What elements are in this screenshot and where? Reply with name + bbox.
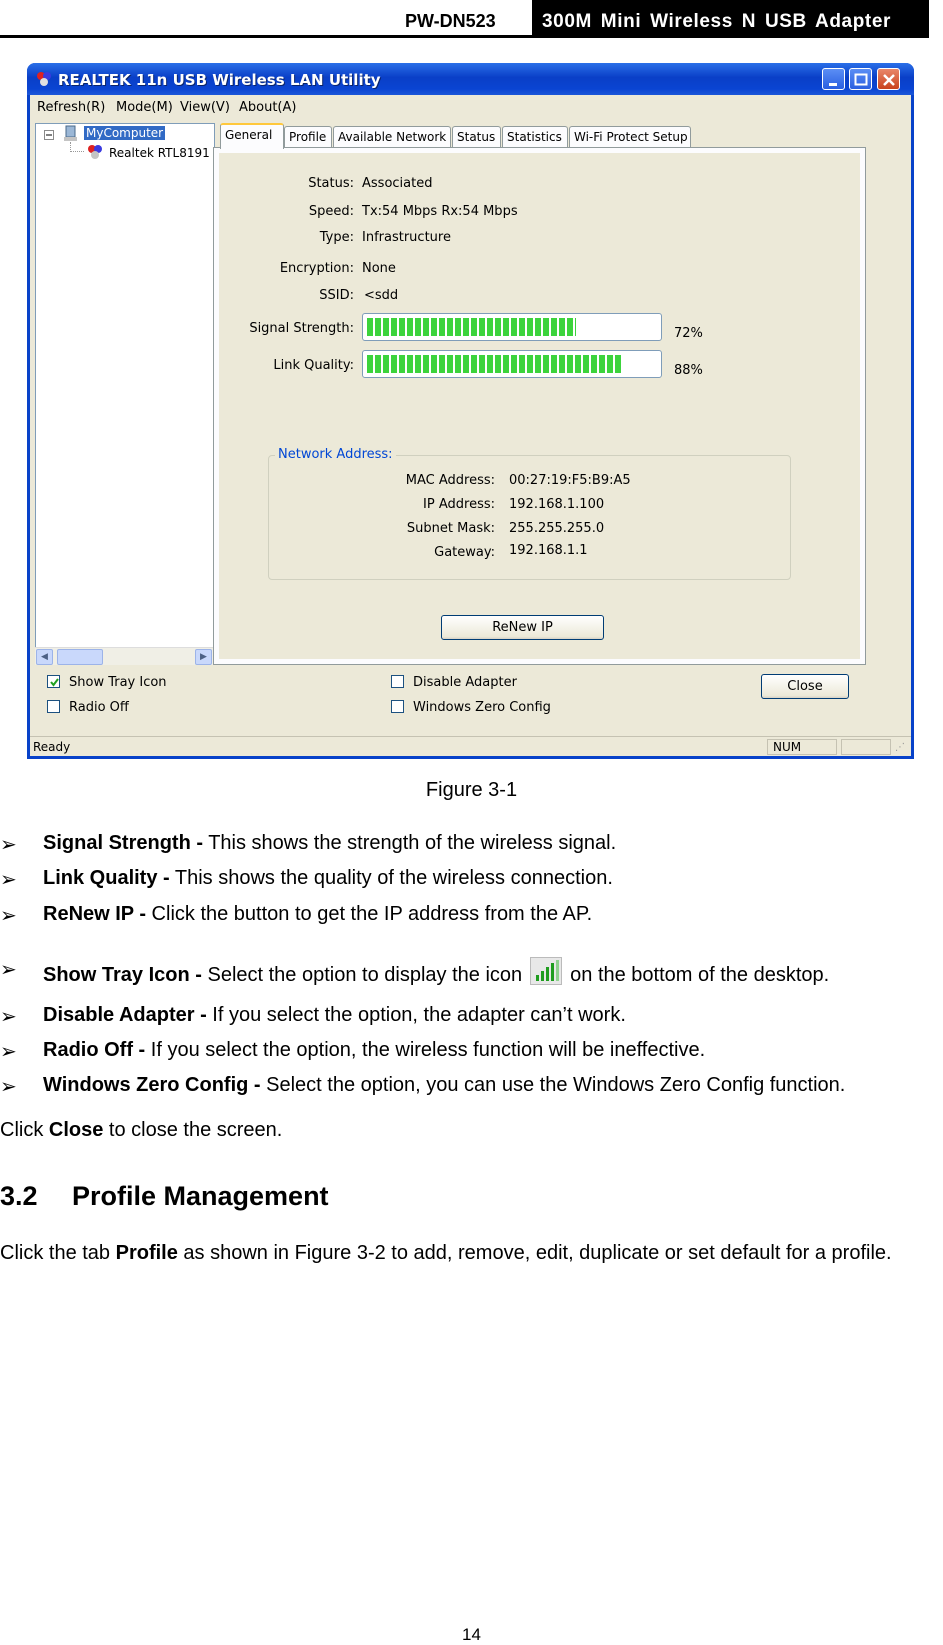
network-address-group: Network Address: MAC Address: 00:27:19:F…: [268, 447, 791, 580]
signal-strength-label: Signal Strength:: [249, 321, 354, 336]
header-model: PW-DN523: [405, 11, 496, 31]
maximize-button[interactable]: [849, 68, 872, 90]
resize-grip-icon[interactable]: ⋰: [895, 742, 905, 753]
signal-strength-percent: 72%: [674, 326, 703, 341]
mac-label: MAC Address:: [405, 473, 495, 488]
window-title: REALTEK 11n USB Wireless LAN Utility: [58, 71, 381, 89]
status-ready: Ready: [33, 740, 71, 754]
scroll-left-icon[interactable]: ◀: [36, 649, 53, 665]
scroll-right-icon[interactable]: ▶: [195, 649, 212, 665]
link-quality-label: Link Quality:: [273, 358, 354, 373]
ip-value: 192.168.1.100: [509, 497, 605, 512]
utility-window: REALTEK 11n USB Wireless LAN Utility Ref…: [27, 63, 914, 759]
subnet-value: 255.255.255.0: [509, 521, 605, 536]
mac-value: 00:27:19:F5:B9:A5: [509, 473, 631, 488]
type-value: Infrastructure: [362, 230, 451, 245]
menu-about[interactable]: About(A): [239, 100, 296, 115]
status-num: NUM: [767, 739, 837, 755]
network-address-title: Network Address:: [275, 447, 396, 462]
gateway-value: 192.168.1.1: [509, 543, 588, 558]
status-label: Status:: [308, 176, 354, 191]
signal-strength-bar: [362, 313, 662, 341]
tree-connector: [70, 142, 84, 152]
tree-item-adapter[interactable]: Realtek RTL8191: [109, 146, 210, 160]
bullet-arrow-icon: ➢: [0, 1006, 17, 1028]
subnet-label: Subnet Mask:: [406, 521, 495, 536]
bullet-arrow-icon: ➢: [0, 869, 17, 891]
ssid-label: SSID:: [319, 288, 354, 303]
section-number: 3.2: [0, 1181, 38, 1211]
bullet-arrow-icon: ➢: [0, 1076, 17, 1098]
status-empty-pane: [841, 739, 891, 755]
header-product: 300M Mini Wireless N USB Adapter: [532, 0, 929, 38]
section-intro: Click the tab Profile as shown in Figure…: [0, 1242, 892, 1264]
tab-general[interactable]: General: [220, 123, 284, 149]
menu-refresh[interactable]: Refresh(R): [37, 100, 105, 115]
speed-value: Tx:54 Mbps Rx:54 Mbps: [362, 204, 518, 219]
scroll-thumb[interactable]: [57, 649, 103, 665]
ip-label: IP Address:: [423, 497, 495, 512]
speed-label: Speed:: [308, 204, 354, 219]
show-tray-icon-checkbox[interactable]: Show Tray Icon: [47, 675, 167, 690]
encryption-label: Encryption:: [279, 261, 354, 276]
general-panel: Status: Associated Speed: Tx:54 Mbps Rx:…: [213, 147, 866, 665]
close-note: Click Close to close the screen.: [0, 1119, 283, 1141]
gateway-label: Gateway:: [434, 545, 495, 560]
renew-ip-button[interactable]: ReNew IP: [441, 615, 604, 640]
device-tree[interactable]: MyComputer Realtek RTL8191: [35, 123, 215, 663]
minimize-button[interactable]: [822, 68, 845, 90]
signal-strength-fill: [367, 318, 576, 336]
link-quality-bar: [362, 350, 662, 378]
signal-tray-icon: [530, 957, 563, 985]
realtek-app-icon: [37, 72, 51, 86]
bullet-arrow-icon: ➢: [0, 1041, 17, 1063]
bullet-arrow-icon: ➢: [0, 834, 17, 856]
adapter-icon: [86, 143, 104, 164]
figure-caption: Figure 3-1: [425, 779, 518, 801]
title-bar[interactable]: REALTEK 11n USB Wireless LAN Utility: [27, 63, 914, 95]
bullet-arrow-icon: ➢: [0, 959, 17, 981]
type-label: Type:: [319, 230, 354, 245]
section-heading: 3.2 Profile Management: [0, 1181, 329, 1212]
tab-wifi-protect-setup[interactable]: Wi-Fi Protect Setup: [569, 126, 691, 148]
radio-off-checkbox[interactable]: Radio Off: [47, 700, 129, 715]
ssid-value: <sdd: [364, 288, 399, 303]
menu-mode[interactable]: Mode(M): [116, 100, 173, 115]
disable-adapter-checkbox[interactable]: Disable Adapter: [391, 675, 517, 690]
tab-statistics[interactable]: Statistics: [502, 126, 568, 148]
close-button[interactable]: Close: [761, 674, 849, 699]
encryption-value: None: [362, 261, 396, 276]
tab-profile[interactable]: Profile: [284, 126, 332, 148]
status-value: Associated: [362, 176, 433, 191]
tab-status[interactable]: Status: [452, 126, 501, 148]
tree-item-mycomputer[interactable]: MyComputer: [84, 126, 166, 140]
menu-bar: Refresh(R) Mode(M) View(V) About(A): [30, 95, 911, 119]
tree-collapse-icon[interactable]: [44, 129, 54, 143]
bullet-arrow-icon: ➢: [0, 905, 17, 927]
header-rule: [0, 35, 929, 38]
page-number: 14: [462, 1625, 481, 1644]
tree-scrollbar[interactable]: ◀ ▶: [35, 647, 215, 665]
menu-view[interactable]: View(V): [180, 100, 230, 115]
close-window-button[interactable]: [877, 68, 900, 90]
windows-zero-config-checkbox[interactable]: Windows Zero Config: [391, 700, 551, 715]
checkmark-icon: [47, 675, 60, 688]
section-title: Profile Management: [72, 1181, 329, 1211]
page-header: PW-DN523 300M Mini Wireless N USB Adapte…: [0, 0, 943, 40]
tab-available-network[interactable]: Available Network: [333, 126, 451, 148]
link-quality-fill: [367, 355, 623, 373]
status-bar: Ready NUM ⋰: [30, 736, 911, 756]
link-quality-percent: 88%: [674, 363, 703, 378]
